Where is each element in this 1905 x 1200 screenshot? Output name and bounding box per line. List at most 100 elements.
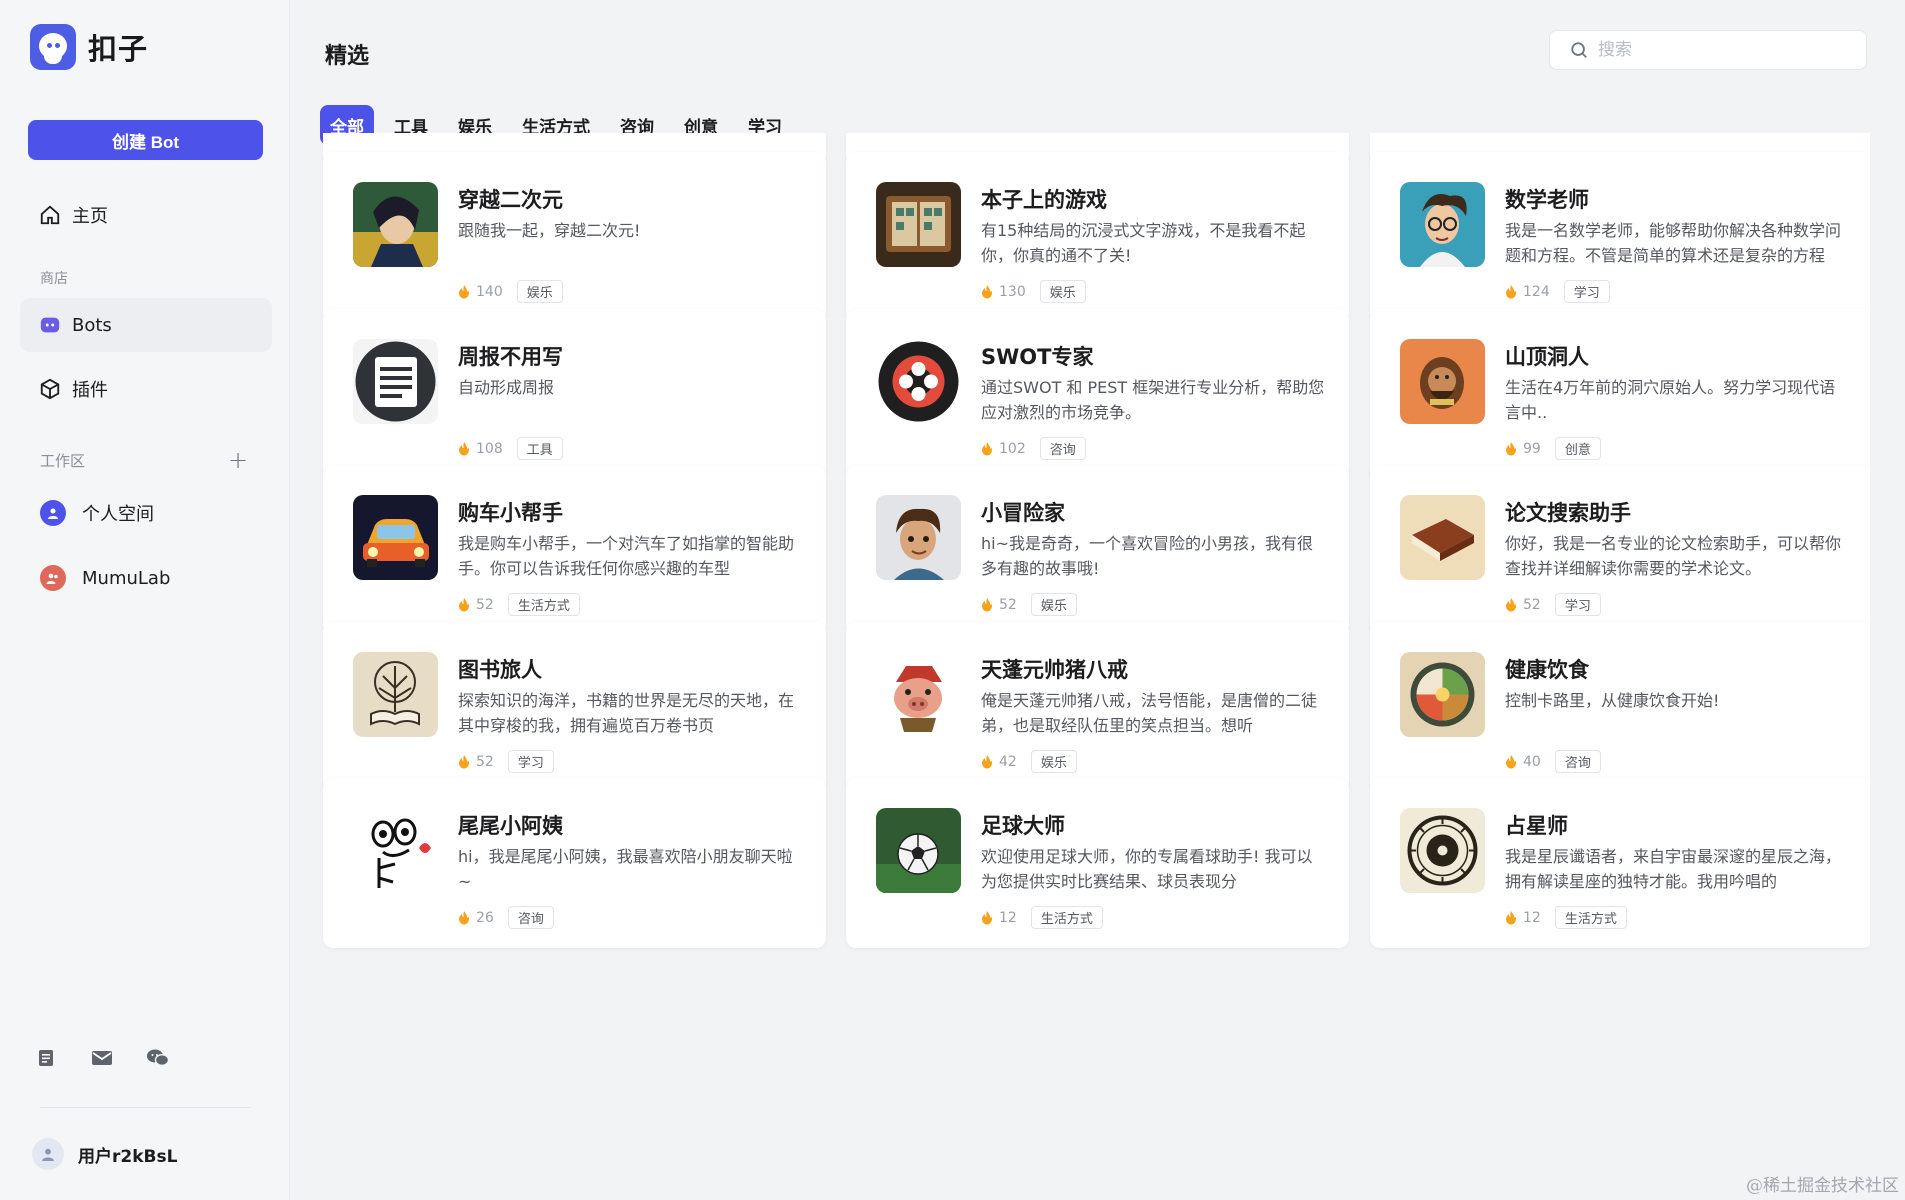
bot-title: 健康饮食 — [1505, 658, 1589, 682]
category-tag: 娱乐 — [1030, 593, 1077, 616]
bot-description: 生活在4万年前的洞穴原始人。努力学习现代语言中.. — [1505, 378, 1836, 422]
flame-icon — [982, 597, 993, 612]
pig-avatar — [876, 652, 961, 737]
bot-meta: 124 学习 — [1505, 280, 1610, 303]
game-book-avatar — [876, 182, 961, 267]
bot-title: 穿越二次元 — [458, 188, 563, 212]
bot-card[interactable]: 天蓬元帅猪八戒 俺是天蓬元帅猪八戒，法号悟能，是唐僧的二徒弟，也是取经队伍里的笑点… — [846, 622, 1349, 792]
bot-card[interactable]: 图书旅人 探索知识的海洋，书籍的世界是无尽的天地，在其中穿梭的我，拥有遍览百万卷书… — [323, 622, 826, 792]
food-plate-avatar — [1400, 652, 1485, 737]
bot-icon — [38, 313, 62, 337]
bot-title: 天蓬元帅猪八戒 — [981, 658, 1128, 682]
nav-plugins[interactable]: 插件 — [20, 362, 272, 416]
book-avatar — [1400, 495, 1485, 580]
workspace-label: MumuLab — [82, 567, 171, 589]
wechat-icon[interactable] — [146, 1046, 170, 1070]
bot-meta: 12 生活方式 — [1505, 906, 1627, 929]
doodle-avatar — [353, 808, 438, 893]
category-tag: 娱乐 — [516, 280, 563, 303]
bot-meta: 99 创意 — [1505, 437, 1601, 460]
bot-card[interactable]: 山顶洞人 生活在4万年前的洞穴原始人。努力学习现代语言中.. 99 创意 — [1370, 309, 1870, 479]
bot-meta: 26 咨询 — [458, 906, 554, 929]
usage-count: 52 — [1523, 596, 1541, 613]
math-teacher-avatar — [1400, 182, 1485, 267]
bot-meta: 52 学习 — [1505, 593, 1601, 616]
usage-count: 124 — [1523, 283, 1550, 300]
flame-icon — [982, 284, 993, 299]
bot-title: SWOT专家 — [981, 345, 1094, 369]
bot-title: 周报不用写 — [458, 345, 563, 369]
mail-icon[interactable] — [90, 1046, 114, 1070]
bot-meta: 108 工具 — [458, 437, 563, 460]
soccer-ball-avatar — [876, 808, 961, 893]
book-tree-avatar — [353, 652, 438, 737]
bot-card[interactable]: SWOT专家 通过SWOT 和 PEST 框架进行专业分析，帮助您应对激烈的市场竞… — [846, 309, 1349, 479]
user-name: 用户r2kBsL — [78, 1146, 178, 1167]
app-logo[interactable]: 扣子 — [30, 24, 148, 70]
category-tag: 工具 — [516, 437, 563, 460]
bot-meta: 130 娱乐 — [981, 280, 1086, 303]
bot-title: 本子上的游戏 — [981, 188, 1107, 212]
bot-card[interactable]: 数学老师 我是一名数学老师，能够帮助你解决各种数学问题和方程。不管是简单的算术还是… — [1370, 152, 1870, 322]
workspace-mumulab[interactable]: MumuLab — [40, 565, 170, 591]
team-avatar-icon — [40, 565, 66, 591]
usage-count: 12 — [1523, 909, 1541, 926]
category-tag: 咨询 — [1554, 750, 1601, 773]
document-icon[interactable] — [34, 1046, 58, 1070]
sidebar: 扣子 创建 Bot 主页 商店 Bots 插件 工作区 + 个人空间 MumuL… — [0, 0, 290, 1200]
nav-plugins-label: 插件 — [72, 380, 108, 401]
bot-description: 有15种结局的沉浸式文字游戏，不是我看不起你，你真的通不了关! — [981, 221, 1306, 265]
bot-title: 论文搜索助手 — [1505, 501, 1631, 525]
user-avatar-icon — [40, 500, 66, 526]
bot-description: 自动形成周报 — [458, 378, 555, 397]
bot-description: 跟随我一起，穿越二次元! — [458, 221, 641, 240]
bot-card[interactable]: 尾尾小阿姨 hi，我是尾尾小阿姨，我最喜欢陪小朋友聊天啦~ 26 咨询 — [323, 778, 826, 948]
sidebar-divider — [40, 1107, 250, 1108]
bot-description: 我是购车小帮手，一个对汽车了如指掌的智能助手。你可以告诉我任何你感兴趣的车型 — [458, 534, 795, 578]
bot-card[interactable]: 穿越二次元跟随我一起，穿越二次元! 140 娱乐 — [323, 152, 826, 322]
watermark: @稀土掘金技术社区 — [1746, 1176, 1899, 1196]
bot-title: 小冒险家 — [981, 501, 1065, 525]
bot-meta: 52 生活方式 — [458, 593, 580, 616]
bot-description: hi~我是奇奇，一个喜欢冒险的小男孩，我有很多有趣的故事哦! — [981, 534, 1313, 578]
bot-card[interactable]: 购车小帮手 我是购车小帮手，一个对汽车了如指掌的智能助手。你可以告诉我任何你感兴趣… — [323, 465, 826, 635]
user-profile[interactable]: 用户r2kBsL — [32, 1138, 177, 1170]
page-title: 精选 — [325, 44, 370, 69]
search-icon — [1571, 42, 1587, 58]
logo-icon — [30, 24, 76, 70]
bot-card[interactable]: 健康饮食 控制卡路里，从健康饮食开始! 40 咨询 — [1370, 622, 1870, 792]
search-box[interactable] — [1549, 30, 1867, 70]
category-tag: 生活方式 — [1030, 906, 1103, 929]
bot-card[interactable]: 小冒险家 hi~我是奇奇，一个喜欢冒险的小男孩，我有很多有趣的故事哦! 52 娱乐 — [846, 465, 1349, 635]
bot-card[interactable]: 占星师 我是星辰谶语者，来自宇宙最深邃的星辰之海，拥有解读星座的独特才能。我用吟唱… — [1370, 778, 1870, 948]
flame-icon — [459, 441, 470, 456]
bot-meta: 140 娱乐 — [458, 280, 563, 303]
bot-card[interactable]: 周报不用写自动形成周报 108 工具 — [323, 309, 826, 479]
bot-title: 足球大师 — [981, 814, 1065, 838]
car-avatar — [353, 495, 438, 580]
home-icon — [38, 203, 62, 227]
search-input[interactable] — [1598, 40, 1848, 60]
category-tag: 生活方式 — [1554, 906, 1627, 929]
flame-icon — [459, 597, 470, 612]
bot-meta: 52 学习 — [458, 750, 554, 773]
create-bot-button[interactable]: 创建 Bot — [28, 120, 263, 160]
nav-home[interactable]: 主页 — [20, 188, 272, 242]
flame-icon — [982, 441, 993, 456]
usage-count: 102 — [999, 440, 1026, 457]
usage-count: 52 — [476, 753, 494, 770]
bot-description: hi，我是尾尾小阿姨，我最喜欢陪小朋友聊天啦~ — [458, 847, 793, 891]
app-name: 扣子 — [88, 32, 149, 66]
workspace-personal[interactable]: 个人空间 — [40, 500, 154, 526]
notepad-avatar — [353, 339, 438, 424]
bot-card[interactable]: 本子上的游戏有15种结局的沉浸式文字游戏，不是我看不起你，你真的通不了关! 130… — [846, 152, 1349, 322]
nav-bots[interactable]: Bots — [20, 298, 272, 352]
workspace-label: 个人空间 — [82, 504, 154, 525]
add-workspace-icon[interactable]: + — [228, 446, 248, 474]
usage-count: 42 — [999, 753, 1017, 770]
workspace-section-label: 工作区 — [40, 452, 86, 470]
usage-count: 40 — [1523, 753, 1541, 770]
bot-card[interactable]: 足球大师欢迎使用足球大师，你的专属看球助手! 我可以为您提供实时比赛结果、球员表… — [846, 778, 1349, 948]
bot-card[interactable]: 论文搜索助手 你好，我是一名专业的论文检索助手，可以帮你查找并详细解读你需要的学术… — [1370, 465, 1870, 635]
bot-description: 欢迎使用足球大师，你的专属看球助手! 我可以为您提供实时比赛结果、球员表现分 — [981, 847, 1313, 891]
